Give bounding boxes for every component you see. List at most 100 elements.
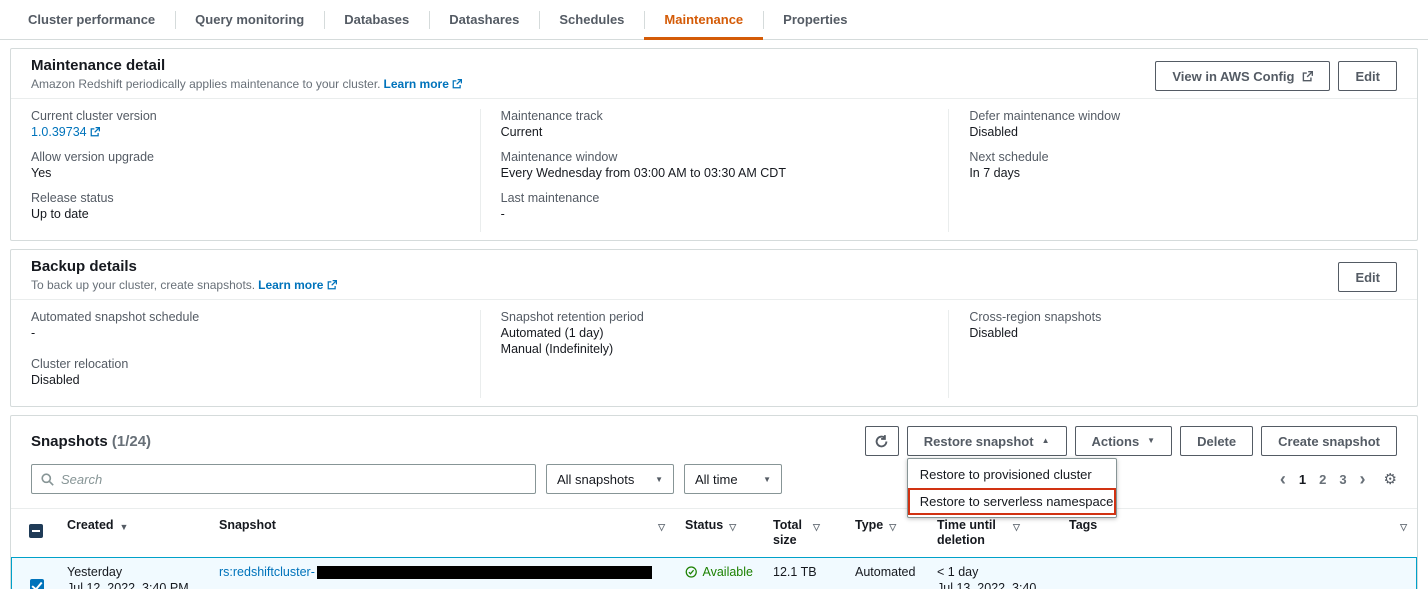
select-all-checkbox[interactable] [29, 524, 43, 538]
cluster-detail-tabs: Cluster performance Query monitoring Dat… [0, 0, 1428, 40]
refresh-button[interactable] [864, 426, 899, 456]
deletion-relative: < 1 day [937, 565, 979, 579]
filter-icon[interactable]: ▽ [1013, 518, 1020, 535]
learn-more-label: Learn more [258, 278, 324, 292]
snapshot-row-selected[interactable]: Yesterday Jul 12, 2022, 3:40 PM rs:redsh… [11, 557, 1417, 589]
column-header-status: Status ▽ [675, 508, 763, 557]
field-defer-maintenance-window: Defer maintenance window Disabled [969, 109, 1397, 140]
table-settings-gear-icon[interactable]: ⚙ [1384, 470, 1397, 488]
tab-maintenance[interactable]: Maintenance [644, 0, 763, 40]
field-value: 1.0.39734 [31, 125, 460, 140]
restore-snapshot-dropdown: Restore snapshot ▲ Restore to provisione… [906, 426, 1117, 518]
field-value: Automated (1 day) [500, 326, 604, 340]
caret-up-icon: ▲ [1041, 436, 1050, 445]
create-snapshot-button[interactable]: Create snapshot [1261, 426, 1397, 456]
search-icon [41, 472, 54, 486]
maintenance-detail-header: Maintenance detail Amazon Redshift perio… [11, 49, 1417, 98]
tab-databases[interactable]: Databases [324, 0, 429, 39]
snapshots-toolbar: All snapshots ▼ All time ▼ ‹ 1 2 3 › ⚙ [11, 464, 1417, 508]
filter-icon[interactable]: ▽ [889, 518, 896, 535]
field-cluster-relocation: Cluster relocation Disabled [31, 357, 460, 388]
restore-snapshot-button[interactable]: Restore snapshot ▲ [906, 426, 1067, 456]
backup-details-actions: Edit [1338, 258, 1397, 292]
created-cell: Yesterday Jul 12, 2022, 3:40 PM [57, 557, 209, 589]
field-label: Snapshot retention period [500, 310, 644, 324]
next-page-button[interactable]: › [1360, 470, 1366, 488]
maintenance-detail-body: Current cluster version 1.0.39734 Allow … [11, 98, 1417, 240]
field-value: Manual (Indefinitely) [500, 342, 614, 356]
tab-properties[interactable]: Properties [763, 0, 867, 39]
time-range-filter-value: All time [695, 471, 738, 487]
maintenance-column-3: Defer maintenance window Disabled Next s… [948, 109, 1417, 232]
view-in-aws-config-button[interactable]: View in AWS Config [1155, 61, 1331, 91]
status-cell: Available [675, 557, 763, 589]
column-label: Created [67, 518, 114, 532]
view-in-aws-config-label: View in AWS Config [1172, 68, 1295, 84]
snapshot-link[interactable]: rs:redshiftcluster- [219, 565, 315, 579]
snapshot-cell: rs:redshiftcluster- [209, 557, 675, 589]
created-timestamp: Jul 12, 2022, 3:40 PM [67, 581, 189, 589]
snapshot-type-filter[interactable]: All snapshots ▼ [546, 464, 674, 494]
restore-snapshot-menu: Restore to provisioned cluster Restore t… [906, 458, 1117, 518]
field-cross-region-snapshots: Cross-region snapshots Disabled [969, 310, 1397, 341]
status-badge: Available [685, 564, 753, 580]
page-3-button[interactable]: 3 [1339, 472, 1346, 487]
learn-more-link[interactable]: Learn more [258, 278, 337, 292]
maintenance-detail-subtitle: Amazon Redshift periodically applies mai… [31, 77, 463, 92]
type-cell: Automated [845, 557, 927, 589]
filter-icon[interactable]: ▽ [813, 518, 820, 535]
snapshots-table: Created ▼ Snapshot ▽ Status ▽ Total size ▽ T… [11, 508, 1417, 589]
sort-descending-icon[interactable]: ▼ [120, 518, 129, 535]
status-available-icon [685, 566, 697, 578]
filter-icon[interactable]: ▽ [1400, 518, 1407, 535]
time-range-filter[interactable]: All time ▼ [684, 464, 782, 494]
field-current-cluster-version: Current cluster version 1.0.39734 [31, 109, 460, 140]
previous-page-button[interactable]: ‹ [1280, 470, 1286, 488]
learn-more-link[interactable]: Learn more [384, 77, 463, 91]
redacted-snapshot-name [316, 566, 652, 580]
column-label: Time until deletion [937, 518, 996, 547]
snapshots-header: Snapshots (1/24) Restore snapshot ▲ Rest… [11, 416, 1417, 518]
page-1-button[interactable]: 1 [1299, 472, 1306, 487]
field-label: Automated snapshot schedule [31, 310, 200, 324]
column-label: Tags [1069, 518, 1098, 532]
backup-details-subtitle-text: To back up your cluster, create snapshot… [31, 278, 256, 292]
snapshots-panel: Snapshots (1/24) Restore snapshot ▲ Rest… [10, 415, 1418, 589]
tags-cell [1059, 557, 1417, 589]
search-input[interactable] [61, 471, 526, 487]
edit-maintenance-button[interactable]: Edit [1338, 61, 1397, 91]
tab-cluster-performance[interactable]: Cluster performance [8, 0, 175, 39]
external-link-icon [1303, 70, 1314, 81]
delete-button[interactable]: Delete [1180, 426, 1254, 456]
field-release-status: Release status Up to date [31, 191, 460, 222]
actions-label: Actions [1091, 433, 1140, 449]
page-2-button[interactable]: 2 [1319, 472, 1326, 487]
cluster-version-link[interactable]: 1.0.39734 [31, 125, 87, 139]
snapshots-actions: Restore snapshot ▲ Restore to provisione… [864, 426, 1397, 518]
field-value: - [500, 207, 505, 221]
tab-label: Maintenance [664, 12, 744, 27]
field-value: Disabled [969, 125, 1018, 139]
menu-item-restore-to-provisioned-cluster[interactable]: Restore to provisioned cluster [908, 461, 1116, 488]
tab-label: Properties [783, 12, 848, 27]
snapshots-title: Snapshots (1/24) [31, 433, 151, 450]
learn-more-label: Learn more [383, 77, 449, 91]
tab-label: Schedules [559, 12, 625, 27]
time-until-deletion-cell: < 1 day Jul 13, 2022, 3:40 PM [927, 557, 1059, 589]
field-value: - [31, 326, 36, 340]
external-link-icon [90, 127, 101, 137]
filter-icon[interactable]: ▽ [658, 518, 665, 535]
tab-query-monitoring[interactable]: Query monitoring [175, 0, 324, 39]
menu-item-restore-to-serverless-namespace[interactable]: Restore to serverless namespace [908, 488, 1116, 515]
actions-button[interactable]: Actions ▼ [1074, 426, 1173, 456]
field-label: Release status [31, 191, 114, 205]
row-checkbox[interactable] [30, 579, 44, 589]
snapshot-search [31, 464, 536, 494]
tab-schedules[interactable]: Schedules [539, 0, 644, 39]
filter-icon[interactable]: ▽ [729, 518, 736, 535]
edit-backup-button[interactable]: Edit [1338, 262, 1397, 292]
field-label: Cluster relocation [31, 357, 129, 371]
column-header-created: Created ▼ [57, 508, 209, 557]
tab-datashares[interactable]: Datashares [429, 0, 539, 39]
column-header-total-size: Total size ▽ [763, 508, 845, 557]
